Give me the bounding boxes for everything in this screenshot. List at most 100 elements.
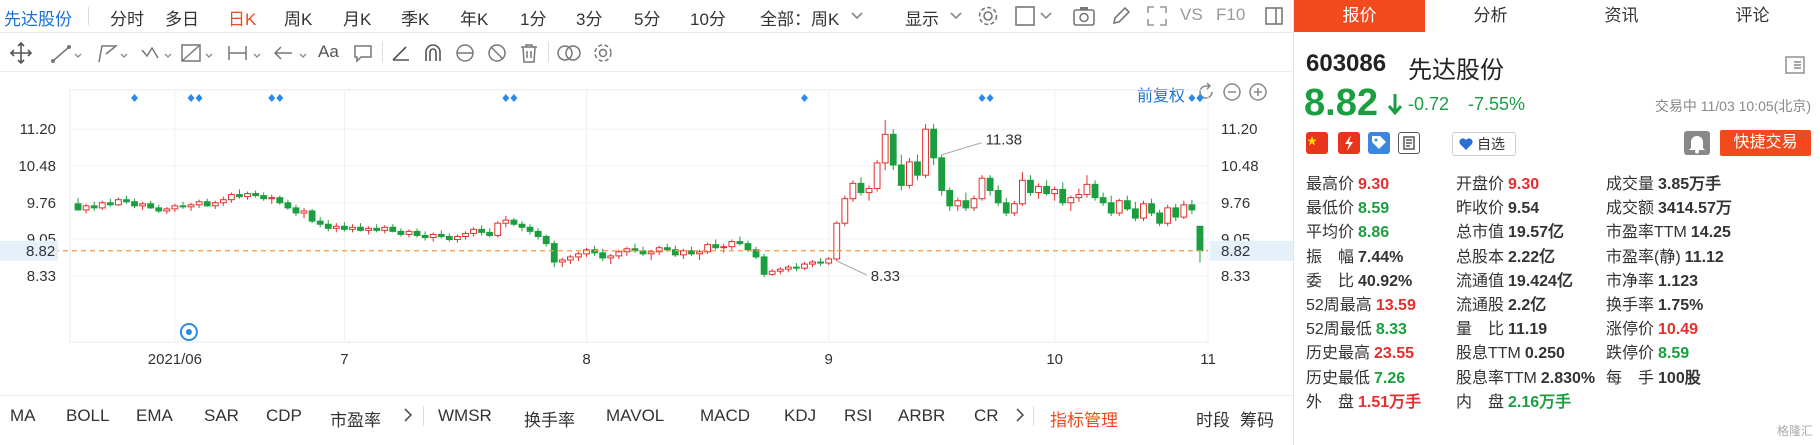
china-flag-icon: [1306, 132, 1328, 154]
period-fenshi[interactable]: 分时: [110, 5, 144, 30]
settings-gear-icon[interactable]: [592, 42, 614, 64]
chevron-right-icon[interactable]: [1015, 408, 1025, 422]
stock-code: 603086: [1306, 50, 1387, 77]
stock-name-label[interactable]: 先达股份: [4, 5, 72, 30]
period-1min[interactable]: 1分: [520, 5, 546, 30]
indicator-ema[interactable]: EMA: [136, 406, 173, 426]
y-tick-label-right: 8.33: [1221, 268, 1250, 285]
candle-body: [1131, 208, 1139, 219]
arrow-tool-icon[interactable]: [272, 42, 310, 64]
candle-body: [857, 182, 865, 194]
candle-body: [203, 201, 211, 207]
move-icon[interactable]: [10, 42, 32, 64]
x-tick-label: 9: [825, 351, 833, 368]
period-day-k[interactable]: 日K: [228, 5, 256, 30]
indicator-turnover[interactable]: 换手率: [524, 406, 575, 431]
indicator-macd[interactable]: MACD: [700, 406, 750, 426]
camera-icon[interactable]: [1072, 5, 1096, 27]
candle-body: [316, 220, 324, 225]
candle-body: [90, 205, 98, 209]
quote-stat: 最高价 9.30: [1306, 170, 1389, 194]
period-10min[interactable]: 10分: [690, 5, 726, 30]
period-quarter-k[interactable]: 季K: [401, 5, 429, 30]
tag-icon[interactable]: [1368, 132, 1390, 154]
quote-stat-label: 52周最高: [1306, 297, 1372, 314]
candle-body: [833, 222, 841, 260]
period-week-k[interactable]: 周K: [284, 5, 312, 30]
trash-icon[interactable]: [518, 42, 540, 64]
quick-trade-button[interactable]: 快捷交易: [1720, 130, 1811, 156]
period-toolbar: 先达股份 分时 多日 日K 周K 月K 季K 年K 1分 3分 5分 10分 全…: [0, 0, 1293, 33]
hide-icon[interactable]: [486, 42, 508, 64]
lock-tool-icon[interactable]: [454, 42, 476, 64]
period-5min[interactable]: 5分: [634, 5, 660, 30]
chevron-right-icon[interactable]: [403, 408, 413, 422]
add-watchlist-button[interactable]: 自选: [1452, 132, 1516, 156]
sidebar-toggle-icon[interactable]: [1264, 6, 1284, 26]
indicator-arbr[interactable]: ARBR: [898, 406, 945, 426]
channel-tool-icon[interactable]: [96, 42, 130, 64]
candle-body: [421, 234, 429, 239]
candle-body: [260, 195, 268, 200]
period-all-dropdown[interactable]: 全部：周K: [760, 5, 839, 30]
tab-news[interactable]: 资讯: [1556, 0, 1687, 32]
candle-body: [1035, 185, 1042, 194]
compare-icon[interactable]: [556, 42, 582, 64]
indicator-boll[interactable]: BOLL: [66, 406, 109, 426]
vs-button[interactable]: VS: [1180, 5, 1203, 25]
event-marker: [978, 94, 986, 102]
angle-tool-icon[interactable]: [390, 42, 412, 64]
indicator-ma[interactable]: MA: [10, 406, 36, 426]
display-dropdown[interactable]: 显示: [905, 5, 939, 30]
wave-tool-icon[interactable]: [140, 42, 174, 64]
comment-icon[interactable]: [352, 42, 374, 64]
period-month-k[interactable]: 月K: [343, 5, 371, 30]
candle-body: [1075, 194, 1083, 199]
text-tool-icon[interactable]: Aa: [318, 42, 339, 62]
quote-stat: 振 幅 7.44%: [1306, 243, 1403, 267]
period-year-k[interactable]: 年K: [460, 5, 488, 30]
candle-body: [494, 222, 502, 236]
tab-analysis[interactable]: 分析: [1425, 0, 1556, 32]
chevron-down-icon[interactable]: [950, 12, 962, 20]
indicator-rsi[interactable]: RSI: [844, 406, 872, 426]
tab-quote[interactable]: 报价: [1294, 0, 1425, 32]
f10-button[interactable]: F10: [1216, 5, 1245, 25]
chip-distribution-button[interactable]: 筹码: [1240, 406, 1274, 431]
fib-tool-icon[interactable]: [180, 42, 216, 64]
pencil-icon[interactable]: [1110, 5, 1132, 27]
indicator-manage-button[interactable]: 指标管理: [1050, 406, 1118, 431]
indicator-sar[interactable]: SAR: [204, 406, 239, 426]
tab-comments[interactable]: 评论: [1687, 0, 1818, 32]
square-icon[interactable]: [1014, 5, 1036, 27]
quote-stat: 换手率 1.75%: [1606, 291, 1703, 315]
candlestick-chart[interactable]: 11.20 11.2010.48 10.489.76 9.769.05 9.058.33…: [0, 72, 1293, 394]
fullscreen-icon[interactable]: [1146, 5, 1168, 27]
notes-icon[interactable]: [1398, 132, 1420, 154]
magnet-icon[interactable]: [422, 42, 444, 64]
alert-button[interactable]: [1684, 131, 1710, 155]
candle-body: [720, 246, 728, 249]
indicator-mavol[interactable]: MAVOL: [606, 406, 664, 426]
period-3min[interactable]: 3分: [576, 5, 602, 30]
line-tool-icon[interactable]: [50, 42, 84, 64]
gear-icon[interactable]: [977, 5, 999, 27]
candle-body: [308, 210, 316, 222]
candle-body: [1027, 179, 1034, 194]
indicator-kdj[interactable]: KDJ: [784, 406, 816, 426]
indicator-cdp[interactable]: CDP: [266, 406, 302, 426]
period-segment-button[interactable]: 时段: [1196, 406, 1230, 431]
margin-trading-icon[interactable]: [1338, 132, 1360, 154]
indicator-pe[interactable]: 市盈率: [330, 406, 381, 431]
divider: [382, 42, 383, 62]
indicator-cr[interactable]: CR: [974, 406, 999, 426]
indicator-wmsr[interactable]: WMSR: [438, 406, 492, 426]
period-duori[interactable]: 多日: [165, 5, 199, 30]
event-marker: [800, 94, 808, 102]
quote-stat-label: 振 幅: [1306, 248, 1355, 266]
chevron-down-icon[interactable]: [851, 12, 863, 20]
chevron-down-icon[interactable]: [1040, 12, 1052, 20]
menu-icon[interactable]: [1785, 56, 1805, 74]
y-tick-label-right: 11.20: [1221, 121, 1257, 138]
measure-tool-icon[interactable]: [226, 42, 264, 64]
